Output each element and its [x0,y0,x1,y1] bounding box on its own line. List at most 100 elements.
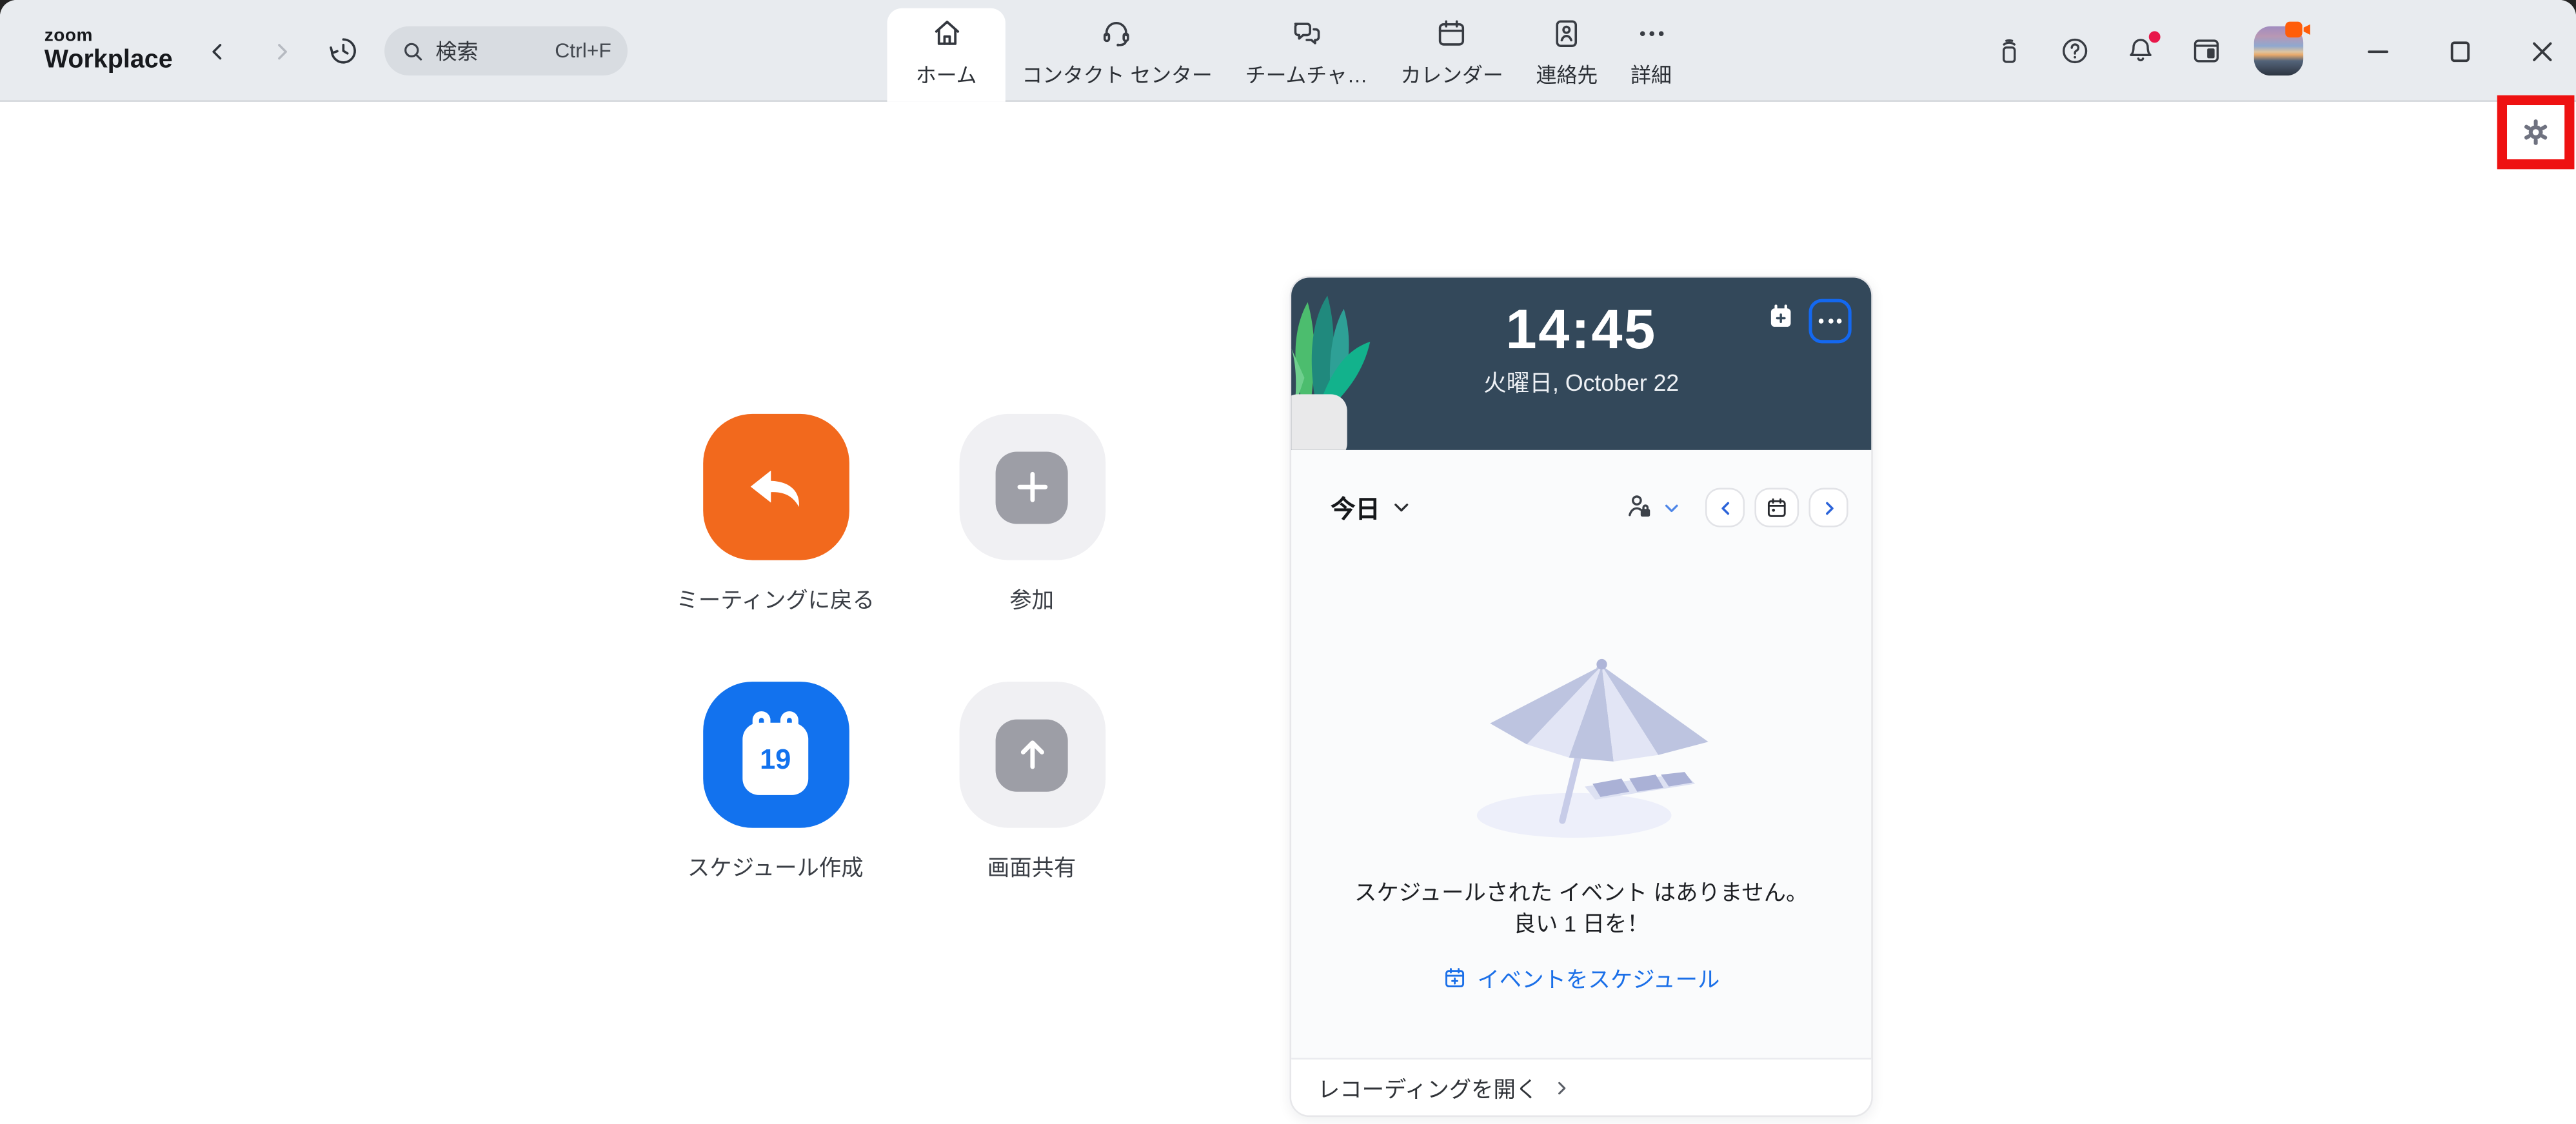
clock-time: 14:45 [1506,299,1657,362]
brand-zoom: zoom [45,28,173,46]
tab-more-label: 詳細 [1630,57,1672,88]
join-label: 参加 [1009,582,1054,615]
tab-calendar[interactable]: カレンダー [1384,0,1520,102]
schedule-button[interactable]: 19 [702,682,849,828]
connect-device-icon [1993,34,2026,67]
calendar-today-icon [1765,495,1789,520]
zoom-workplace-window: zoom Workplace Ctrl+F [0,0,2576,1124]
share-screen-label: 画面共有 [987,849,1076,882]
join-button[interactable] [958,414,1105,560]
maximize-icon [2449,40,2470,61]
tab-team-chat-label: チームチャ… [1245,57,1368,88]
availability-filter-button[interactable] [1623,491,1681,524]
clock-card-more-button[interactable] [1808,299,1851,344]
chevron-down-icon [1392,498,1412,518]
gear-icon [2520,117,2551,148]
search-input[interactable] [435,39,550,63]
connect-device-button[interactable] [1991,33,2027,69]
zoom-workplace-logo: zoom Workplace [45,28,173,74]
notifications-button[interactable] [2123,33,2159,69]
search-shortcut: Ctrl+F [555,39,611,63]
back-button[interactable] [195,30,238,72]
close-button[interactable] [2530,38,2553,64]
clock-date: 火曜日, October 22 [1483,366,1679,399]
panel-toggle-button[interactable] [2188,33,2224,69]
settings-gear-button[interactable] [2520,117,2551,148]
help-icon [2059,34,2092,67]
more-dots-icon [1634,16,1668,50]
tab-calendar-label: カレンダー [1400,57,1503,88]
open-recordings-label: レコーディングを開く [1318,1071,1538,1104]
tab-contact-center[interactable]: コンタクト センター [1006,0,1229,102]
help-button[interactable] [2057,33,2093,69]
schedule-cell: 19 スケジュール作成 [670,682,880,920]
headset-icon [1100,16,1134,50]
plus-icon [996,451,1068,523]
today-dropdown[interactable]: 今日 [1331,490,1411,524]
tab-home[interactable]: ホーム [887,8,1005,102]
minimize-icon [2366,40,2388,61]
agenda-toolbar: 今日 [1331,483,1848,532]
chevron-left-icon [1716,498,1734,517]
brand-workplace: Workplace [45,48,173,74]
titlebar: zoom Workplace Ctrl+F [0,0,2576,102]
avatar[interactable] [2254,26,2303,75]
camera-badge-icon [2285,20,2312,40]
schedule-label: スケジュール作成 [688,849,864,882]
calendar-19-icon: 19 [742,722,808,794]
app-window: zoom Workplace Ctrl+F [0,0,2576,1124]
chevron-down-icon [1663,498,1681,517]
quick-actions: ミーティングに戻る 参加 19 [670,414,1136,920]
go-to-today-button[interactable] [1754,488,1799,527]
person-calendar-icon [1623,491,1656,524]
chevron-right-icon [269,39,293,63]
back-to-meeting-cell: ミーティングに戻る [670,414,880,652]
arrow-up-icon [996,718,1068,791]
notification-badge [2147,30,2162,44]
calendar-day-number: 19 [760,739,791,777]
back-to-meeting-button[interactable] [702,414,849,560]
today-label: 今日 [1331,490,1380,524]
calendar-plus-icon [1766,302,1796,332]
clock-card: 14:45 火曜日, October 22 [1291,277,1871,449]
history-icon [327,34,360,67]
next-day-button[interactable] [1808,488,1848,527]
tab-home-label: ホーム [916,57,977,88]
schedule-event-link[interactable]: イベントをスケジュール [1443,961,1719,994]
chevron-right-icon [1819,498,1838,517]
agenda-panel: 14:45 火曜日, October 22 今日 [1290,276,1873,1117]
close-icon [2531,40,2552,61]
reply-arrow-icon [739,451,811,523]
search-box[interactable]: Ctrl+F [384,26,628,75]
panel-toggle-icon [2190,34,2223,67]
ellipsis-icon [1819,319,1824,324]
main-tabs: ホーム コンタクト センター チームチャ… カレンダー 連絡先 [887,0,1688,102]
minimize-button[interactable] [2366,38,2389,64]
previous-day-button[interactable] [1705,488,1745,527]
forward-button[interactable] [260,30,302,72]
maximize-button[interactable] [2448,38,2471,64]
calendar-plus-outline-icon [1443,965,1467,989]
empty-agenda-state: スケジュールされた イベント はありません。 良い 1 日を！ イベントをスケジ… [1291,647,1871,994]
open-recordings-row[interactable]: レコーディングを開く [1291,1058,1871,1115]
contact-card-icon [1550,16,1584,50]
date-nav-group [1705,488,1848,527]
calendar-icon [1434,16,1469,50]
home-icon [929,16,963,50]
tab-contact-center-label: コンタクト センター [1022,57,1212,88]
beach-umbrella-illustration [1425,647,1738,845]
empty-state-line1: スケジュールされた イベント はありません。 [1354,877,1808,908]
home-content: ミーティングに戻る 参加 19 [0,102,2576,1124]
chevron-left-icon [204,39,229,63]
tab-team-chat[interactable]: チームチャ… [1229,0,1384,102]
tab-more[interactable]: 詳細 [1614,0,1689,102]
empty-state-line2: 良い 1 日を！ [1514,909,1649,940]
back-to-meeting-label: ミーティングに戻る [677,582,875,615]
share-screen-button[interactable] [958,682,1105,828]
tab-contacts[interactable]: 連絡先 [1520,0,1614,102]
share-screen-cell: 画面共有 [927,682,1137,920]
add-to-calendar-button[interactable] [1766,302,1796,332]
chevron-right-icon [1552,1078,1570,1096]
chat-bubbles-icon [1289,16,1323,50]
history-button[interactable] [322,30,365,72]
